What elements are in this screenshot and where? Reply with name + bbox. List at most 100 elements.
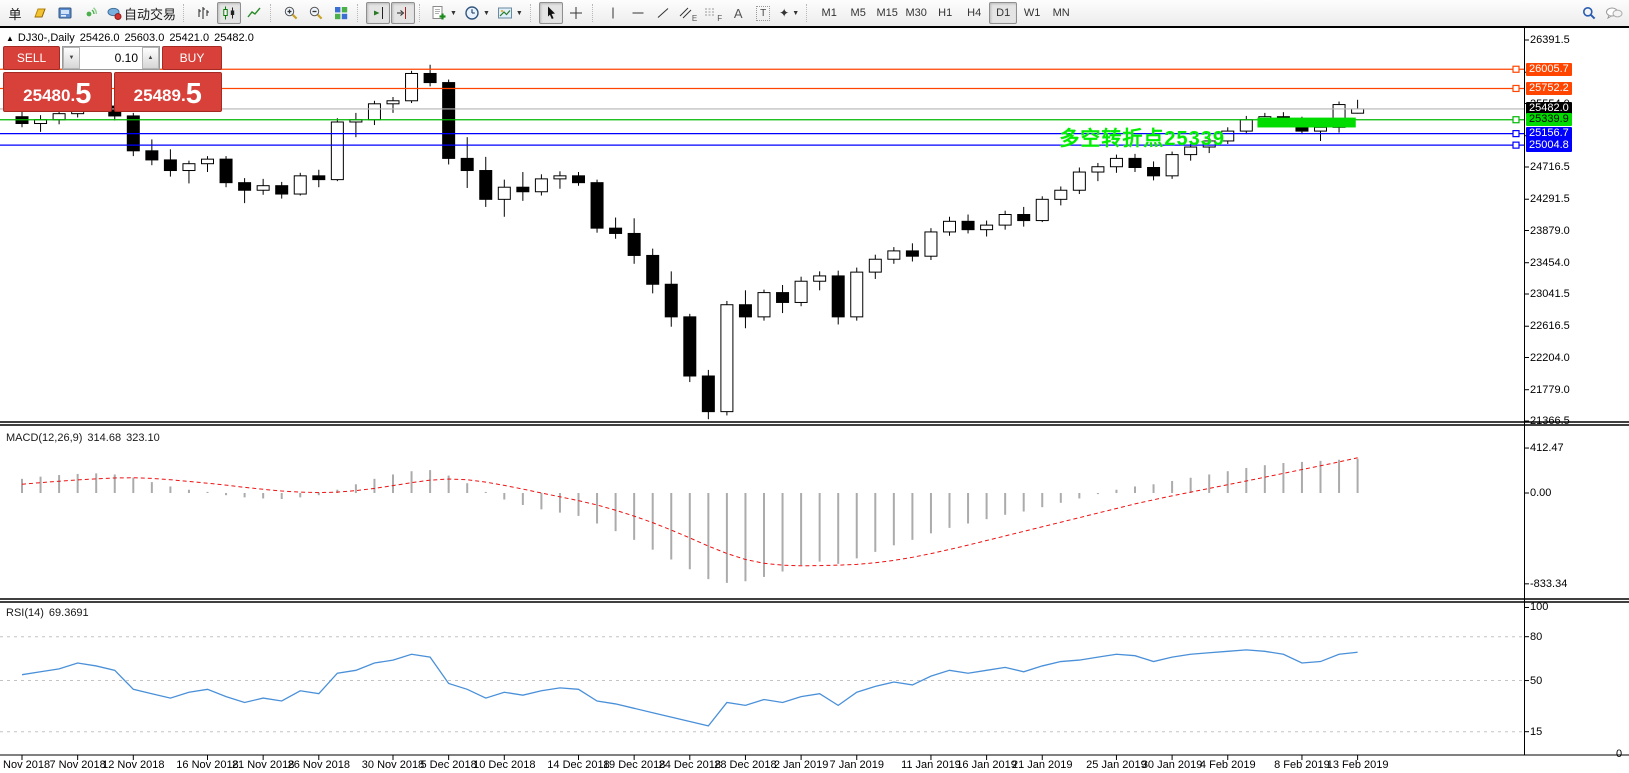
candle-body <box>183 164 195 171</box>
market-watch-icon <box>32 5 48 21</box>
new-order-button[interactable]: 单 <box>3 2 27 24</box>
volume-decrease-button[interactable]: ▼ <box>63 47 80 69</box>
candle-body <box>387 101 399 104</box>
tile-windows-button[interactable] <box>329 2 353 24</box>
macd-axis-label: 0.00 <box>1530 487 1551 500</box>
timeframe-button-D1[interactable]: D1 <box>989 2 1017 24</box>
rsi-value: 69.3691 <box>49 607 89 619</box>
date-label: 12 Nov 2018 <box>91 759 175 771</box>
symbol-period-label: DJ30-,Daily <box>18 32 75 44</box>
auto-scroll-button[interactable] <box>366 2 390 24</box>
autotrading-icon <box>106 5 122 21</box>
timeframe-button-M1[interactable]: M1 <box>815 2 843 24</box>
collapse-icon[interactable]: ▲ <box>6 34 14 43</box>
volume-input[interactable] <box>80 47 142 69</box>
periods-button[interactable]: ▼ <box>461 2 493 24</box>
candle-body <box>517 187 529 192</box>
search-button[interactable] <box>1577 2 1601 24</box>
equidistant-channel-button[interactable]: E <box>676 2 700 24</box>
candle-body <box>684 317 696 376</box>
horizontal-line-icon <box>630 5 646 21</box>
templates-icon <box>497 5 513 21</box>
timeframe-button-H1[interactable]: H1 <box>931 2 959 24</box>
macd-value: 314.68 <box>87 432 121 444</box>
candle-body <box>1055 190 1067 199</box>
timeframe-button-M5[interactable]: M5 <box>844 2 872 24</box>
candle-body <box>276 186 288 194</box>
price-axis-label: 22204.0 <box>1530 352 1570 365</box>
toolbar-grip <box>592 4 597 22</box>
candle-body <box>1018 215 1030 221</box>
auto-scroll-icon <box>370 5 386 21</box>
buy-button[interactable]: BUY <box>162 46 222 70</box>
vertical-line-button[interactable] <box>601 2 625 24</box>
chart-shift-button[interactable] <box>391 2 415 24</box>
timeframe-button-W1[interactable]: W1 <box>1018 2 1046 24</box>
chat-icon <box>1605 5 1623 21</box>
zoom-in-button[interactable] <box>279 2 303 24</box>
fibonacci-button[interactable]: F <box>701 2 725 24</box>
market-watch-button[interactable] <box>28 2 52 24</box>
candle-body <box>1092 167 1104 172</box>
price-level-badge: 25752.2 <box>1526 82 1572 95</box>
buy-price-box[interactable]: 25489.5 <box>114 72 223 112</box>
candle-body <box>962 221 974 229</box>
broadcast-button[interactable] <box>78 2 102 24</box>
candle-body <box>851 272 863 317</box>
zoom-out-icon <box>308 5 324 21</box>
sell-button[interactable]: SELL <box>3 46 60 70</box>
line-chart-button[interactable] <box>242 2 266 24</box>
candle-body <box>53 114 65 120</box>
sell-price-main: 25480 <box>23 83 70 109</box>
volume-increase-button[interactable]: ▲ <box>142 47 159 69</box>
timeframe-button-M30[interactable]: M30 <box>902 2 930 24</box>
periods-clock-icon <box>464 5 480 21</box>
candle-body <box>146 151 158 160</box>
fibonacci-icon <box>704 5 717 21</box>
periods-caret-icon: ▼ <box>483 10 490 17</box>
sell-price-box[interactable]: 25480.5 <box>3 72 112 112</box>
rsi-indicator-label: RSI(14) <box>6 607 44 619</box>
text-tool-button[interactable]: A <box>726 2 750 24</box>
crosshair-button[interactable] <box>564 2 588 24</box>
timeframe-button-MN[interactable]: MN <box>1047 2 1075 24</box>
candle-body <box>313 176 325 180</box>
toolbar-grip <box>806 4 811 22</box>
autotrading-button[interactable]: 自动交易 <box>103 2 179 24</box>
templates-button[interactable]: ▼ <box>494 2 526 24</box>
macd-signal-value: 323.10 <box>126 432 160 444</box>
text-label-tool-button[interactable]: T <box>751 2 775 24</box>
horizontal-line-button[interactable] <box>626 2 650 24</box>
crosshair-icon <box>568 5 584 21</box>
toolbar: 单 自动交易 ▼ ▼ <box>0 0 1629 26</box>
indicators-button[interactable]: ▼ <box>428 2 460 24</box>
indicators-caret-icon: ▼ <box>450 10 457 17</box>
candlestick-chart-button[interactable] <box>217 2 241 24</box>
price-axis-label: 24291.5 <box>1530 193 1570 206</box>
date-label: 4 Feb 2019 <box>1186 759 1270 771</box>
equidistant-channel-icon <box>679 5 692 21</box>
candle-body <box>498 187 510 199</box>
chat-button[interactable] <box>1602 2 1626 24</box>
candle-body <box>906 251 918 256</box>
macd-label-row: MACD(12,26,9)314.68323.10 <box>6 432 165 444</box>
candle-body <box>220 159 232 183</box>
trendline-button[interactable] <box>651 2 675 24</box>
date-label: 26 Nov 2018 <box>277 759 361 771</box>
pivot-annotation-text: 多空转折点25339 <box>900 122 1225 151</box>
toolbar-grip <box>357 4 362 22</box>
arrows-tool-button[interactable]: ✦ ▼ <box>776 2 802 24</box>
open-value: 25426.0 <box>80 32 120 44</box>
cursor-button[interactable] <box>539 2 563 24</box>
candle-body <box>1110 158 1122 166</box>
timeframe-button-H4[interactable]: H4 <box>960 2 988 24</box>
candle-body <box>1352 109 1364 113</box>
price-axis-label: 24716.5 <box>1530 161 1570 174</box>
candle-body <box>239 183 251 191</box>
level-handle-marker <box>1513 66 1519 72</box>
chart-canvas[interactable] <box>0 26 1629 773</box>
navigator-button[interactable] <box>53 2 77 24</box>
zoom-out-button[interactable] <box>304 2 328 24</box>
timeframe-button-M15[interactable]: M15 <box>873 2 901 24</box>
bar-chart-button[interactable] <box>192 2 216 24</box>
